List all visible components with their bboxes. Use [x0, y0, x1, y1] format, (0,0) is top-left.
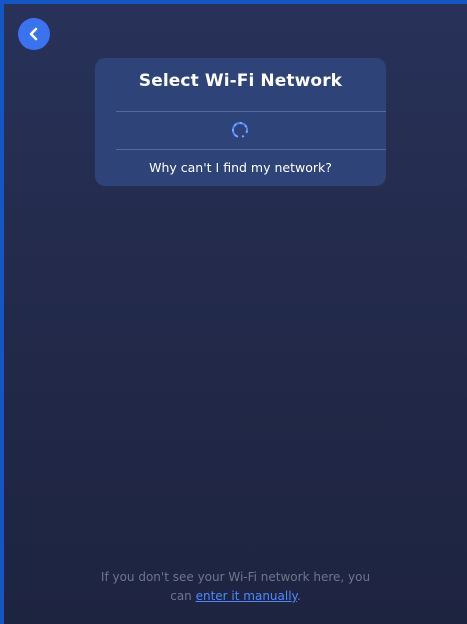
- footer-prefix: can: [170, 589, 196, 603]
- footer-suffix: .: [296, 589, 301, 603]
- network-card: Select Wi-Fi Network Why can't I find my…: [95, 58, 386, 186]
- footer-line-2: can enter it manually.: [4, 587, 467, 606]
- back-button[interactable]: [18, 18, 50, 50]
- divider: [116, 111, 386, 112]
- footer-line-1: If you don't see your Wi-Fi network here…: [100, 570, 371, 584]
- chevron-left-icon: [29, 27, 38, 41]
- enter-manually-link[interactable]: enter it manually: [196, 589, 297, 603]
- card-title: Select Wi-Fi Network: [138, 71, 343, 91]
- divider: [116, 149, 386, 150]
- why-cant-find-network-link[interactable]: Why can't I find my network?: [95, 160, 386, 175]
- footer-note: If you don't see your Wi-Fi network here…: [4, 568, 467, 606]
- spinner-icon: [232, 122, 248, 138]
